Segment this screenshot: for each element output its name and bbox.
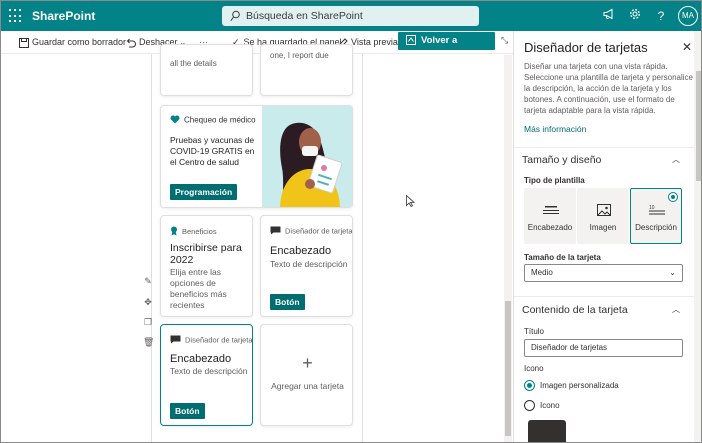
gear-icon[interactable] (627, 8, 643, 24)
add-card-tile[interactable]: + Agregar una tarjeta (260, 324, 353, 426)
canvas-scrollbar[interactable] (504, 55, 512, 442)
pane-scrollbar[interactable] (694, 31, 701, 442)
template-option-header-label: Encabezado (527, 223, 573, 232)
pane-intro: Diseñar una tarjeta con una vista rápida… (524, 62, 693, 115)
search-input[interactable]: Búsqueda en SharePoint (222, 6, 479, 26)
search-placeholder: Búsqueda en SharePoint (246, 10, 363, 22)
help-icon[interactable]: ? (653, 8, 669, 24)
icon-option-icon[interactable]: Icono (524, 400, 560, 412)
designer-card-2-heading: Encabezado (170, 353, 232, 365)
designer-card-1-desc: Texto de descripción (270, 259, 348, 269)
save-draft-button[interactable]: Guardar como borrador (19, 31, 126, 53)
title-field-value: Diseñador de tarjetas (531, 343, 608, 352)
icon-option-custom-image[interactable]: Imagen personalizada (524, 380, 619, 392)
benefits-card-eyebrow-label: Beneficios (182, 226, 217, 236)
republish-button[interactable]: Volver a publicar (398, 32, 495, 64)
collapse-pane-icon[interactable]: ⤡ (501, 35, 513, 49)
designer-card-1-eyebrow: Diseñador de tarjetas (270, 226, 353, 237)
designer-card-2[interactable]: Diseñador de tarjetas Encabezado Texto d… (160, 324, 253, 426)
title-field[interactable]: Diseñador de tarjetas (524, 339, 683, 357)
benefits-card[interactable]: Beneficios Inscribirse para 2022 Elija e… (160, 215, 253, 317)
template-option-description[interactable]: 10 Descripción (630, 188, 682, 244)
card-toolbar: ✎ ✥ ❐ 🗑 (140, 270, 156, 350)
custom-image-preview[interactable] (528, 420, 566, 442)
search-icon (230, 10, 240, 22)
icon-option-custom-image-label: Imagen personalizada (540, 381, 619, 390)
publish-icon (406, 35, 416, 46)
command-bar: Guardar como borrador Deshacer ⌄ ··· ✓ Se… (1, 31, 513, 64)
chevron-up-icon[interactable]: ︿ (672, 154, 680, 165)
card-size-select[interactable]: Medio ⌄ (524, 264, 683, 282)
save-draft-label: Guardar como borrador (32, 37, 127, 47)
edit-icon[interactable]: ✎ (143, 276, 153, 288)
designer-card-1-button[interactable]: Botón (270, 294, 305, 310)
title-field-label: Título (524, 327, 545, 336)
pane-title: Diseñador de tarjetas (524, 40, 648, 55)
template-type-label: Tipo de plantilla (524, 176, 585, 185)
selected-radio-icon (668, 192, 678, 202)
svg-text:10: 10 (649, 205, 655, 211)
move-icon[interactable]: ✥ (143, 297, 153, 309)
radio-selected-icon (524, 380, 535, 392)
card-size-label: Tamaño de la tarjeta (524, 253, 601, 262)
mouse-cursor-icon (406, 195, 415, 207)
card-designer-icon (270, 226, 281, 237)
description-template-icon: 10 (649, 205, 665, 215)
app-launcher-icon[interactable] (9, 9, 23, 23)
doctor-illustration (262, 106, 352, 207)
card-size-value: Medio (531, 268, 553, 277)
health-card[interactable]: Chequeo de médico Pruebas y vacunas de C… (160, 105, 353, 208)
partial-card-right[interactable]: one, I report due (260, 44, 353, 96)
plus-icon: + (302, 353, 313, 373)
suite-bar: SharePoint Búsqueda en SharePoint ? MA (1, 1, 701, 31)
chevron-down-icon: ⌄ (669, 268, 676, 277)
partial-card-left-text: all the details (170, 59, 217, 68)
app-window: SharePoint Búsqueda en SharePoint ? MA G… (0, 0, 702, 443)
designer-card-1[interactable]: Diseñador de tarjetas Encabezado Texto d… (260, 215, 353, 317)
more-info-link[interactable]: Más información (524, 124, 586, 134)
designer-card-1-heading: Encabezado (270, 245, 332, 257)
app-name[interactable]: SharePoint (32, 9, 95, 23)
close-icon[interactable]: ✕ (682, 40, 692, 54)
icon-field-label: Icono (524, 364, 544, 373)
undo-icon (126, 38, 136, 48)
heart-icon (170, 115, 180, 126)
megaphone-icon[interactable] (601, 8, 617, 24)
benefits-card-desc: Elija entre las opciones de beneficios m… (170, 267, 227, 310)
partial-card-right-text: one, I report due (270, 51, 329, 60)
property-pane: Diseñador de tarjetas ✕ Diseñar una tarj… (513, 31, 701, 442)
health-card-eyebrow-label: Chequeo de médico (184, 115, 256, 125)
preview-label: Vista previa (351, 37, 398, 47)
chevron-up-icon[interactable]: ︿ (672, 304, 680, 315)
benefits-card-eyebrow: Beneficios (170, 226, 217, 238)
template-option-header[interactable]: Encabezado (524, 188, 576, 244)
content-section-header[interactable]: Contenido de la tarjeta (522, 304, 628, 316)
size-section-header[interactable]: Tamaño y diseño (522, 154, 601, 166)
add-card-label: Agregar una tarjeta (271, 381, 344, 391)
page-canvas: all the details one, I report due Cheque… (1, 44, 513, 442)
health-card-eyebrow: Chequeo de médico (170, 115, 256, 126)
save-icon (19, 37, 29, 48)
icon-option-icon-label: Icono (540, 401, 560, 410)
partial-card-left[interactable]: all the details (160, 44, 253, 96)
benefits-card-heading: Inscribirse para 2022 (170, 242, 242, 266)
award-icon (170, 226, 178, 238)
image-template-icon (597, 204, 611, 216)
template-option-image[interactable]: Imagen (577, 188, 629, 244)
template-option-description-label: Descripción (635, 223, 677, 232)
health-card-heading: Pruebas y vacunas de COVID-19 GRATIS en … (170, 135, 255, 167)
designer-card-2-desc: Texto de descripción (170, 366, 248, 376)
designer-card-2-button[interactable]: Botón (170, 403, 205, 419)
designer-card-2-eyebrow-label: Diseñador de tarjetas (185, 335, 253, 345)
avatar[interactable]: MA (678, 6, 698, 26)
template-option-image-label: Imagen (589, 223, 617, 232)
designer-card-1-eyebrow-label: Diseñador de tarjetas (285, 226, 353, 236)
card-designer-icon (170, 335, 181, 346)
header-template-icon (543, 206, 559, 214)
delete-icon[interactable]: 🗑 (143, 337, 154, 349)
health-card-button[interactable]: Programación (170, 184, 238, 200)
designer-card-2-eyebrow: Diseñador de tarjetas (170, 335, 253, 346)
duplicate-icon[interactable]: ❐ (143, 317, 153, 329)
radio-unselected-icon (524, 400, 535, 412)
